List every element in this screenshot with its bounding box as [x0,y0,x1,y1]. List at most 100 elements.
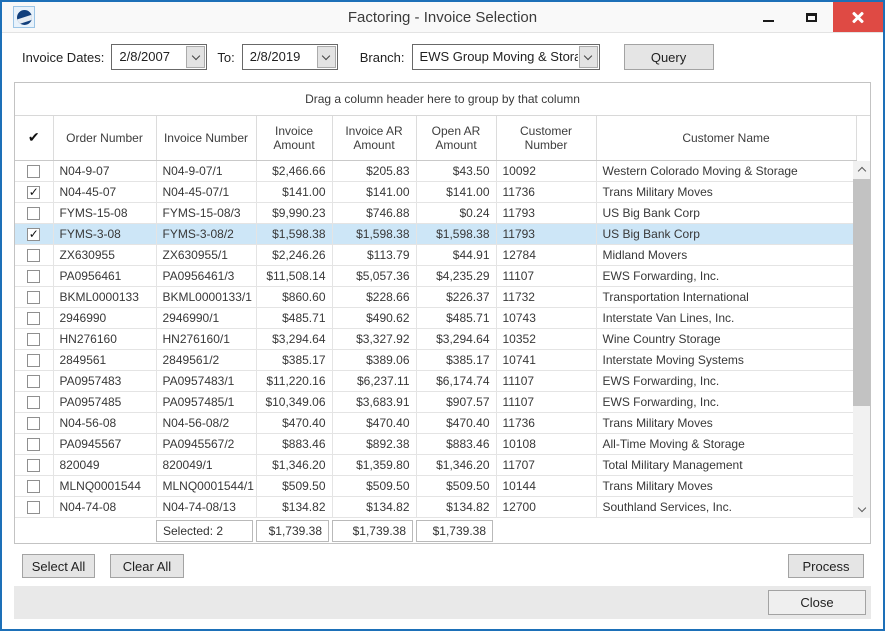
table-row[interactable]: PA0945567PA0945567/2$883.46$892.38$883.4… [15,433,856,454]
clear-all-button[interactable]: Clear All [110,554,184,578]
table-row[interactable]: ✓FYMS-3-08FYMS-3-08/2$1,598.38$1,598.38$… [15,223,856,244]
row-checkbox[interactable] [27,270,40,283]
branch-label: Branch: [360,50,405,65]
row-checkbox-checked[interactable]: ✓ [27,186,40,199]
cell-customer-name: EWS Forwarding, Inc. [596,391,856,412]
column-header-invoice-amount[interactable]: Invoice Amount [256,116,332,160]
row-checkbox[interactable] [27,333,40,346]
column-header-invoice-number[interactable]: Invoice Number [156,116,256,160]
row-checkbox[interactable] [27,249,40,262]
date-from-picker[interactable]: 2/8/2007 [111,44,207,70]
row-checkbox[interactable] [27,375,40,388]
table-row[interactable]: PA0956461PA0956461/3$11,508.14$5,057.36$… [15,265,856,286]
cell-invoice-number: FYMS-15-08/3 [156,202,256,223]
branch-select[interactable]: EWS Group Moving & Storage... [412,44,600,70]
table-row[interactable]: N04-74-08N04-74-08/13$134.82$134.82$134.… [15,496,856,517]
table-row[interactable]: HN276160HN276160/1$3,294.64$3,327.92$3,2… [15,328,856,349]
cell-customer-name: Western Colorado Moving & Storage [596,160,856,181]
maximize-button[interactable] [790,2,833,32]
invoice-grid: Drag a column header here to group by th… [14,82,871,544]
cell-invoice-ar-amount: $3,327.92 [332,328,416,349]
query-button[interactable]: Query [624,44,714,70]
row-checkbox[interactable] [27,501,40,514]
table-row[interactable]: 820049820049/1$1,346.20$1,359.80$1,346.2… [15,454,856,475]
cell-invoice-amount: $10,349.06 [256,391,332,412]
table-row[interactable]: BKML0000133BKML0000133/1$860.60$228.66$2… [15,286,856,307]
row-checkbox-cell [15,433,53,454]
column-header-customer-number[interactable]: Customer Number [496,116,596,160]
table-row[interactable]: N04-9-07N04-9-07/1$2,466.66$205.83$43.50… [15,160,856,181]
row-checkbox[interactable] [27,480,40,493]
table-row[interactable]: N04-56-08N04-56-08/2$470.40$470.40$470.4… [15,412,856,433]
row-checkbox[interactable] [27,312,40,325]
filter-toolbar: Invoice Dates: 2/8/2007 To: 2/8/2019 Bra… [2,33,883,80]
row-checkbox[interactable] [27,165,40,178]
table-row[interactable]: PA0957485PA0957485/1$10,349.06$3,683.91$… [15,391,856,412]
row-checkbox[interactable] [27,291,40,304]
row-checkbox[interactable] [27,459,40,472]
table-row[interactable]: FYMS-15-08FYMS-15-08/3$9,990.23$746.88$0… [15,202,856,223]
cell-customer-name: Interstate Van Lines, Inc. [596,307,856,328]
row-checkbox-checked[interactable]: ✓ [27,228,40,241]
cell-order-number: PA0957485 [53,391,156,412]
cell-invoice-number: N04-56-08/2 [156,412,256,433]
table-row[interactable]: 28495612849561/2$385.17$389.06$385.17107… [15,349,856,370]
process-button[interactable]: Process [788,554,864,578]
date-from-dropdown-button[interactable] [186,46,205,68]
close-window-button[interactable] [833,2,883,32]
select-all-button[interactable]: Select All [22,554,95,578]
row-checkbox-cell [15,307,53,328]
row-checkbox[interactable] [27,417,40,430]
scroll-up-button[interactable] [853,161,870,178]
cell-customer-number: 11732 [496,286,596,307]
selected-count: Selected: 2 [156,520,253,542]
cell-invoice-number: N04-9-07/1 [156,160,256,181]
row-checkbox[interactable] [27,396,40,409]
cell-invoice-ar-amount: $141.00 [332,181,416,202]
row-checkbox-cell [15,349,53,370]
group-by-hint[interactable]: Drag a column header here to group by th… [15,83,870,116]
cell-invoice-number: PA0957483/1 [156,370,256,391]
column-header-check[interactable]: ✔ [15,116,53,160]
cell-open-ar-amount: $907.57 [416,391,496,412]
scrollbar-thumb[interactable] [853,179,870,406]
cell-open-ar-amount: $509.50 [416,475,496,496]
column-header-order-number[interactable]: Order Number [53,116,156,160]
cell-open-ar-amount: $134.82 [416,496,496,517]
table-row[interactable]: PA0957483PA0957483/1$11,220.16$6,237.11$… [15,370,856,391]
cell-invoice-amount: $11,220.16 [256,370,332,391]
bottom-bar: Close [14,586,871,619]
cell-invoice-ar-amount: $3,683.91 [332,391,416,412]
minimize-button[interactable] [747,2,790,32]
column-header-open-ar-amount[interactable]: Open AR Amount [416,116,496,160]
maximize-icon [806,13,817,22]
cell-invoice-number: 2849561/2 [156,349,256,370]
date-to-picker[interactable]: 2/8/2019 [242,44,338,70]
cell-customer-number: 10743 [496,307,596,328]
date-to-dropdown-button[interactable] [317,46,336,68]
column-header-customer-name[interactable]: Customer Name [596,116,856,160]
table-row[interactable]: 29469902946990/1$485.71$490.62$485.71107… [15,307,856,328]
column-header-invoice-ar-amount[interactable]: Invoice AR Amount [332,116,416,160]
vertical-scrollbar[interactable] [853,161,870,518]
cell-invoice-ar-amount: $1,359.80 [332,454,416,475]
row-checkbox-cell [15,160,53,181]
cell-invoice-number: N04-74-08/13 [156,496,256,517]
row-checkbox[interactable] [27,438,40,451]
cell-invoice-number: HN276160/1 [156,328,256,349]
row-checkbox-cell [15,328,53,349]
table-row[interactable]: ZX630955ZX630955/1$2,246.26$113.79$44.91… [15,244,856,265]
table-row[interactable]: MLNQ0001544MLNQ0001544/1$509.50$509.50$5… [15,475,856,496]
chevron-up-icon [857,167,865,175]
cell-open-ar-amount: $44.91 [416,244,496,265]
cell-order-number: N04-74-08 [53,496,156,517]
row-checkbox[interactable] [27,207,40,220]
close-button[interactable]: Close [768,590,866,615]
row-checkbox[interactable] [27,354,40,367]
cell-open-ar-amount: $226.37 [416,286,496,307]
cell-order-number: 2946990 [53,307,156,328]
branch-dropdown-button[interactable] [579,46,598,68]
table-row[interactable]: ✓N04-45-07N04-45-07/1$141.00$141.00$141.… [15,181,856,202]
scroll-down-button[interactable] [853,501,870,518]
cell-invoice-number: ZX630955/1 [156,244,256,265]
